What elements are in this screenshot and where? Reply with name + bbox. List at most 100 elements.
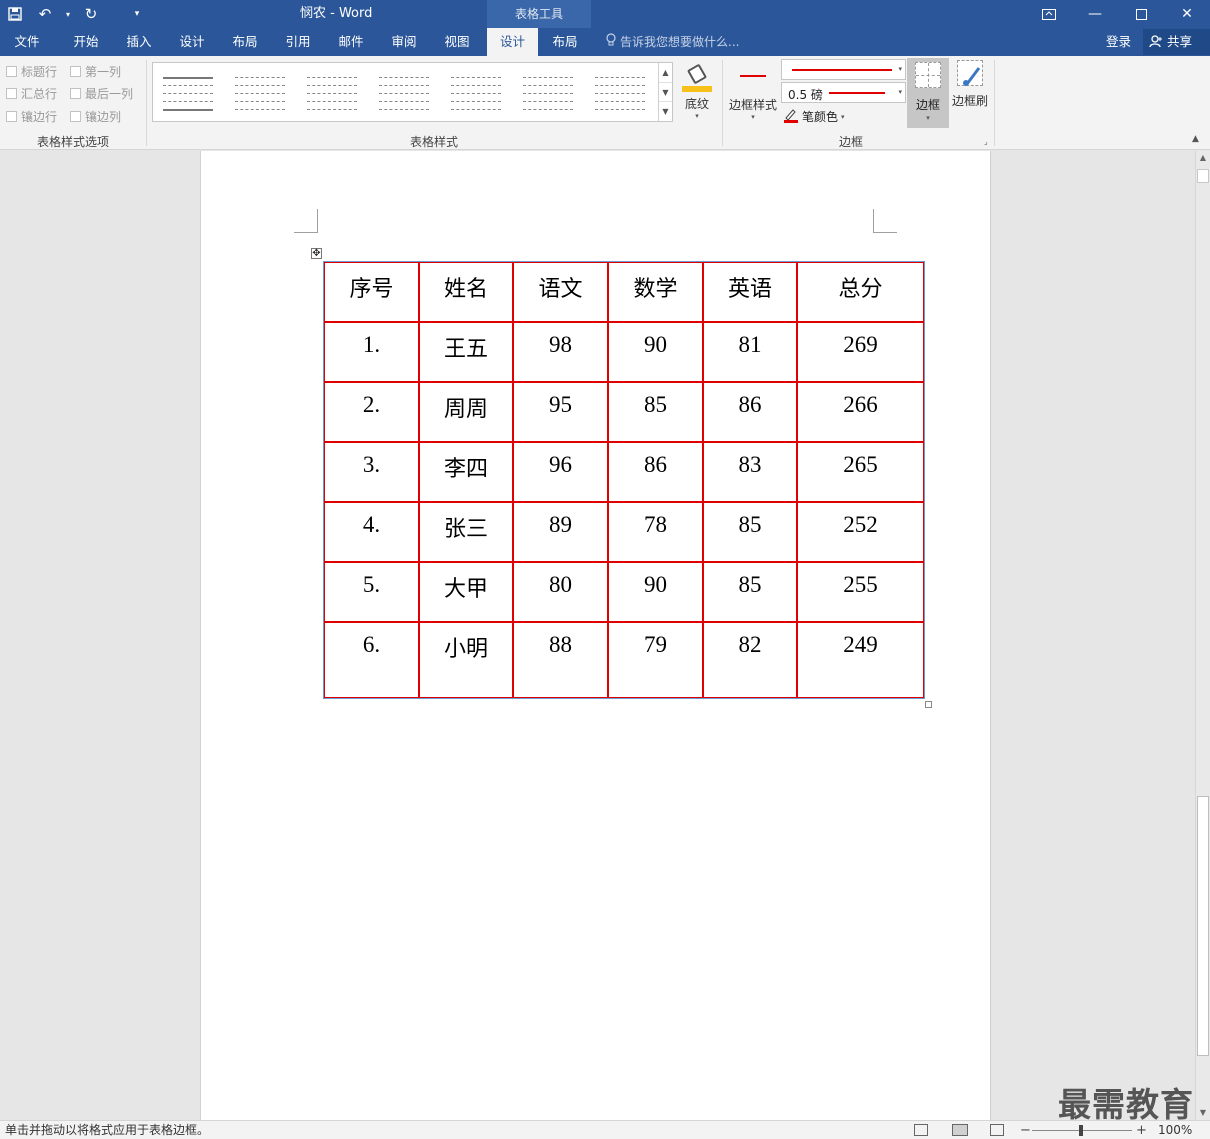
header-cell[interactable]: 语文 xyxy=(513,262,608,322)
table-cell[interactable]: 6. xyxy=(324,622,419,698)
table-style-list-2[interactable] xyxy=(373,69,435,115)
table-cell[interactable]: 4. xyxy=(324,502,419,562)
header-cell[interactable]: 姓名 xyxy=(419,262,513,322)
redo-icon[interactable]: ↻ xyxy=(76,0,106,28)
table-cell[interactable]: 王五 xyxy=(419,322,513,382)
vertical-scrollbar[interactable]: ▲ ▼ xyxy=(1195,151,1210,1120)
table-style-list-5[interactable] xyxy=(589,69,651,115)
print-layout-icon[interactable] xyxy=(952,1124,968,1136)
gallery-up-icon[interactable]: ▲ xyxy=(659,63,672,83)
zoom-slider-thumb[interactable] xyxy=(1079,1125,1083,1136)
table-cell[interactable]: 82 xyxy=(703,622,797,698)
tab-review[interactable]: 审阅 xyxy=(378,28,430,56)
tab-table-layout[interactable]: 布局 xyxy=(539,28,591,56)
table-cell[interactable]: 90 xyxy=(608,322,703,382)
table-cell[interactable]: 90 xyxy=(608,562,703,622)
ribbon-display-options-icon[interactable] xyxy=(1026,0,1072,28)
share-button[interactable]: 共享 xyxy=(1143,29,1210,55)
line-style-dropdown[interactable]: ▾ xyxy=(781,59,906,80)
scroll-down-icon[interactable]: ▼ xyxy=(1196,1106,1210,1120)
checkbox-total-row[interactable]: 汇总行 xyxy=(6,85,57,102)
table-cell[interactable]: 95 xyxy=(513,382,608,442)
table-cell[interactable]: 78 xyxy=(608,502,703,562)
grades-table[interactable]: 序号 姓名 语文 数学 英语 总分 1. 王五 98 90 81 269 2. … xyxy=(323,261,925,699)
undo-dropdown-icon[interactable]: ▾ xyxy=(60,0,76,28)
table-cell[interactable]: 李四 xyxy=(419,442,513,502)
table-style-list-4[interactable] xyxy=(517,69,579,115)
table-cell[interactable]: 255 xyxy=(797,562,924,622)
close-icon[interactable]: ✕ xyxy=(1164,0,1210,28)
table-cell[interactable]: 83 xyxy=(703,442,797,502)
scroll-up-icon[interactable]: ▲ xyxy=(1196,151,1210,165)
table-move-handle-icon[interactable]: ✥ xyxy=(311,248,322,259)
table-cell[interactable]: 98 xyxy=(513,322,608,382)
table-cell[interactable]: 252 xyxy=(797,502,924,562)
sign-in-link[interactable]: 登录 xyxy=(1106,28,1131,56)
read-mode-icon[interactable] xyxy=(914,1124,928,1136)
scroll-thumb[interactable] xyxy=(1197,796,1209,1056)
table-cell[interactable]: 2. xyxy=(324,382,419,442)
save-icon[interactable] xyxy=(0,0,30,28)
gallery-more-icon[interactable]: ▼ xyxy=(659,102,672,121)
table-cell[interactable]: 85 xyxy=(703,502,797,562)
header-cell[interactable]: 英语 xyxy=(703,262,797,322)
dialog-launcher-icon[interactable]: ⌟ xyxy=(984,137,988,146)
customize-qat-icon[interactable]: ▾ xyxy=(122,0,152,28)
table-cell[interactable]: 85 xyxy=(703,562,797,622)
table-resize-handle[interactable] xyxy=(925,701,932,708)
tab-references[interactable]: 引用 xyxy=(272,28,324,56)
table-cell[interactable]: 266 xyxy=(797,382,924,442)
table-cell[interactable]: 1. xyxy=(324,322,419,382)
table-cell[interactable]: 81 xyxy=(703,322,797,382)
tab-design[interactable]: 设计 xyxy=(166,28,218,56)
tab-home[interactable]: 开始 xyxy=(60,28,112,56)
minimize-icon[interactable]: — xyxy=(1072,0,1118,28)
checkbox-last-column[interactable]: 最后一列 xyxy=(70,85,133,102)
border-styles-button[interactable]: 边框样式 ▾ xyxy=(727,96,779,121)
tab-layout[interactable]: 布局 xyxy=(219,28,271,56)
table-cell[interactable]: 86 xyxy=(608,442,703,502)
table-cell[interactable]: 3. xyxy=(324,442,419,502)
table-cell[interactable]: 249 xyxy=(797,622,924,698)
tab-mailings[interactable]: 邮件 xyxy=(325,28,377,56)
table-cell[interactable]: 89 xyxy=(513,502,608,562)
tab-table-design[interactable]: 设计 xyxy=(487,28,538,56)
tell-me-box[interactable]: 告诉我您想要做什么... xyxy=(606,28,739,56)
table-style-list-3[interactable] xyxy=(445,69,507,115)
shading-button[interactable]: 底纹 ▾ xyxy=(680,62,714,120)
table-cell[interactable]: 265 xyxy=(797,442,924,502)
checkbox-first-column[interactable]: 第一列 xyxy=(70,63,121,80)
table-cell[interactable]: 79 xyxy=(608,622,703,698)
tab-insert[interactable]: 插入 xyxy=(113,28,165,56)
table-cell[interactable]: 周周 xyxy=(419,382,513,442)
undo-icon[interactable]: ↶ xyxy=(30,0,60,28)
header-cell[interactable]: 序号 xyxy=(324,262,419,322)
checkbox-banded-rows[interactable]: 镶边行 xyxy=(6,108,57,125)
header-cell[interactable]: 总分 xyxy=(797,262,924,322)
header-cell[interactable]: 数学 xyxy=(608,262,703,322)
table-cell[interactable]: 大甲 xyxy=(419,562,513,622)
table-cell[interactable]: 张三 xyxy=(419,502,513,562)
web-layout-icon[interactable] xyxy=(990,1124,1004,1136)
table-cell[interactable]: 5. xyxy=(324,562,419,622)
collapse-ribbon-icon[interactable]: ▲ xyxy=(1192,134,1199,144)
table-style-grid-light[interactable] xyxy=(229,69,291,115)
table-cell[interactable]: 80 xyxy=(513,562,608,622)
borders-button[interactable]: 边框 ▾ xyxy=(907,58,949,128)
checkbox-banded-columns[interactable]: 镶边列 xyxy=(70,108,121,125)
maximize-icon[interactable] xyxy=(1118,0,1164,28)
pen-color-button[interactable]: 笔颜色 ▾ xyxy=(783,107,845,126)
table-cell[interactable]: 269 xyxy=(797,322,924,382)
table-cell[interactable]: 86 xyxy=(703,382,797,442)
gallery-down-icon[interactable]: ▼ xyxy=(659,83,672,103)
table-style-plain[interactable] xyxy=(157,69,219,115)
zoom-out-icon[interactable]: − xyxy=(1020,1121,1031,1139)
tab-file[interactable]: 文件 xyxy=(0,28,54,56)
table-cell[interactable]: 小明 xyxy=(419,622,513,698)
table-style-list-1[interactable] xyxy=(301,69,363,115)
tab-view[interactable]: 视图 xyxy=(431,28,483,56)
table-cell[interactable]: 88 xyxy=(513,622,608,698)
table-cell[interactable]: 85 xyxy=(608,382,703,442)
border-painter-button[interactable]: 边框刷 xyxy=(950,60,990,109)
table-cell[interactable]: 96 xyxy=(513,442,608,502)
